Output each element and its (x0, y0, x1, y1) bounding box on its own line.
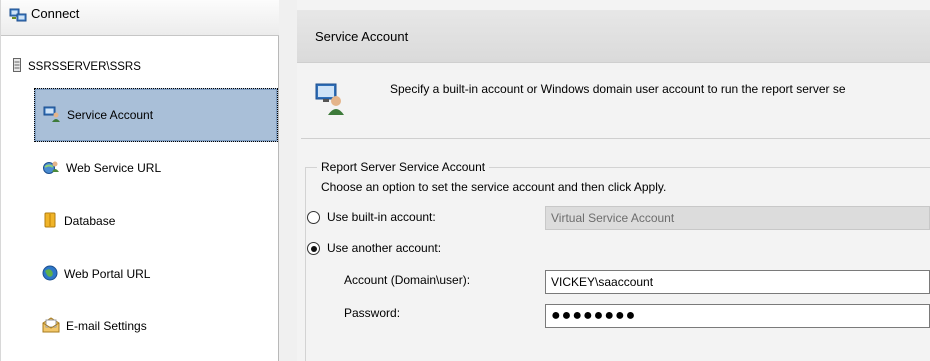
server-node[interactable]: SSRSSERVER\SSRS (13, 58, 141, 75)
sidebar-item-service-account[interactable]: Service Account (34, 88, 278, 142)
email-icon (42, 316, 60, 336)
account-label: Account (Domain\user): (344, 273, 471, 287)
server-label: SSRSSERVER\SSRS (28, 60, 141, 73)
sidebar-item-database[interactable]: Database (34, 194, 278, 248)
builtin-account-select[interactable]: Virtual Service Account (545, 206, 930, 230)
password-label: Password: (344, 306, 401, 320)
builtin-account-label: Use built-in account: (327, 210, 436, 224)
sidebar-item-web-service-url[interactable]: Web Service URL (34, 141, 278, 195)
sidebar-item-label: E-mail Settings (66, 319, 147, 333)
password-input[interactable]: ●●●●●●●● (545, 304, 930, 328)
group-description: Choose an option to set the service acco… (321, 180, 667, 194)
another-account-label: Use another account: (327, 241, 442, 255)
another-account-radio[interactable] (307, 242, 320, 255)
sidebar-item-web-portal-url[interactable]: Web Portal URL (34, 247, 278, 301)
page-description: Specify a built-in account or Windows do… (390, 82, 846, 96)
service-account-icon (43, 106, 61, 125)
sidebar-item-label: Database (64, 214, 116, 228)
server-icon (13, 58, 21, 75)
web-service-url-icon (42, 159, 60, 178)
connect-button[interactable]: Connect (1, 0, 279, 36)
page-title: Service Account (297, 10, 930, 63)
sidebar-item-email-settings[interactable]: E-mail Settings (34, 299, 278, 353)
sidebar-item-label: Web Service URL (66, 161, 162, 175)
main-panel: Service Account Specify a built-in accou… (297, 0, 930, 361)
service-account-group (305, 167, 930, 361)
sidebar-item-label: Web Portal URL (64, 267, 151, 281)
divider (301, 138, 930, 139)
sidebar: Connect SSRSSERVER\SSRS Service Account (0, 0, 279, 361)
connect-icon (9, 8, 27, 27)
database-icon (42, 211, 58, 232)
builtin-account-radio[interactable] (307, 211, 320, 224)
globe-icon (42, 265, 58, 284)
service-account-large-icon (315, 82, 345, 119)
sidebar-item-label: Service Account (67, 108, 154, 122)
splitter[interactable] (280, 0, 297, 361)
account-input[interactable]: VICKEY\saaccount (545, 270, 930, 294)
connect-label: Connect (31, 6, 80, 21)
group-title: Report Server Service Account (317, 160, 490, 174)
